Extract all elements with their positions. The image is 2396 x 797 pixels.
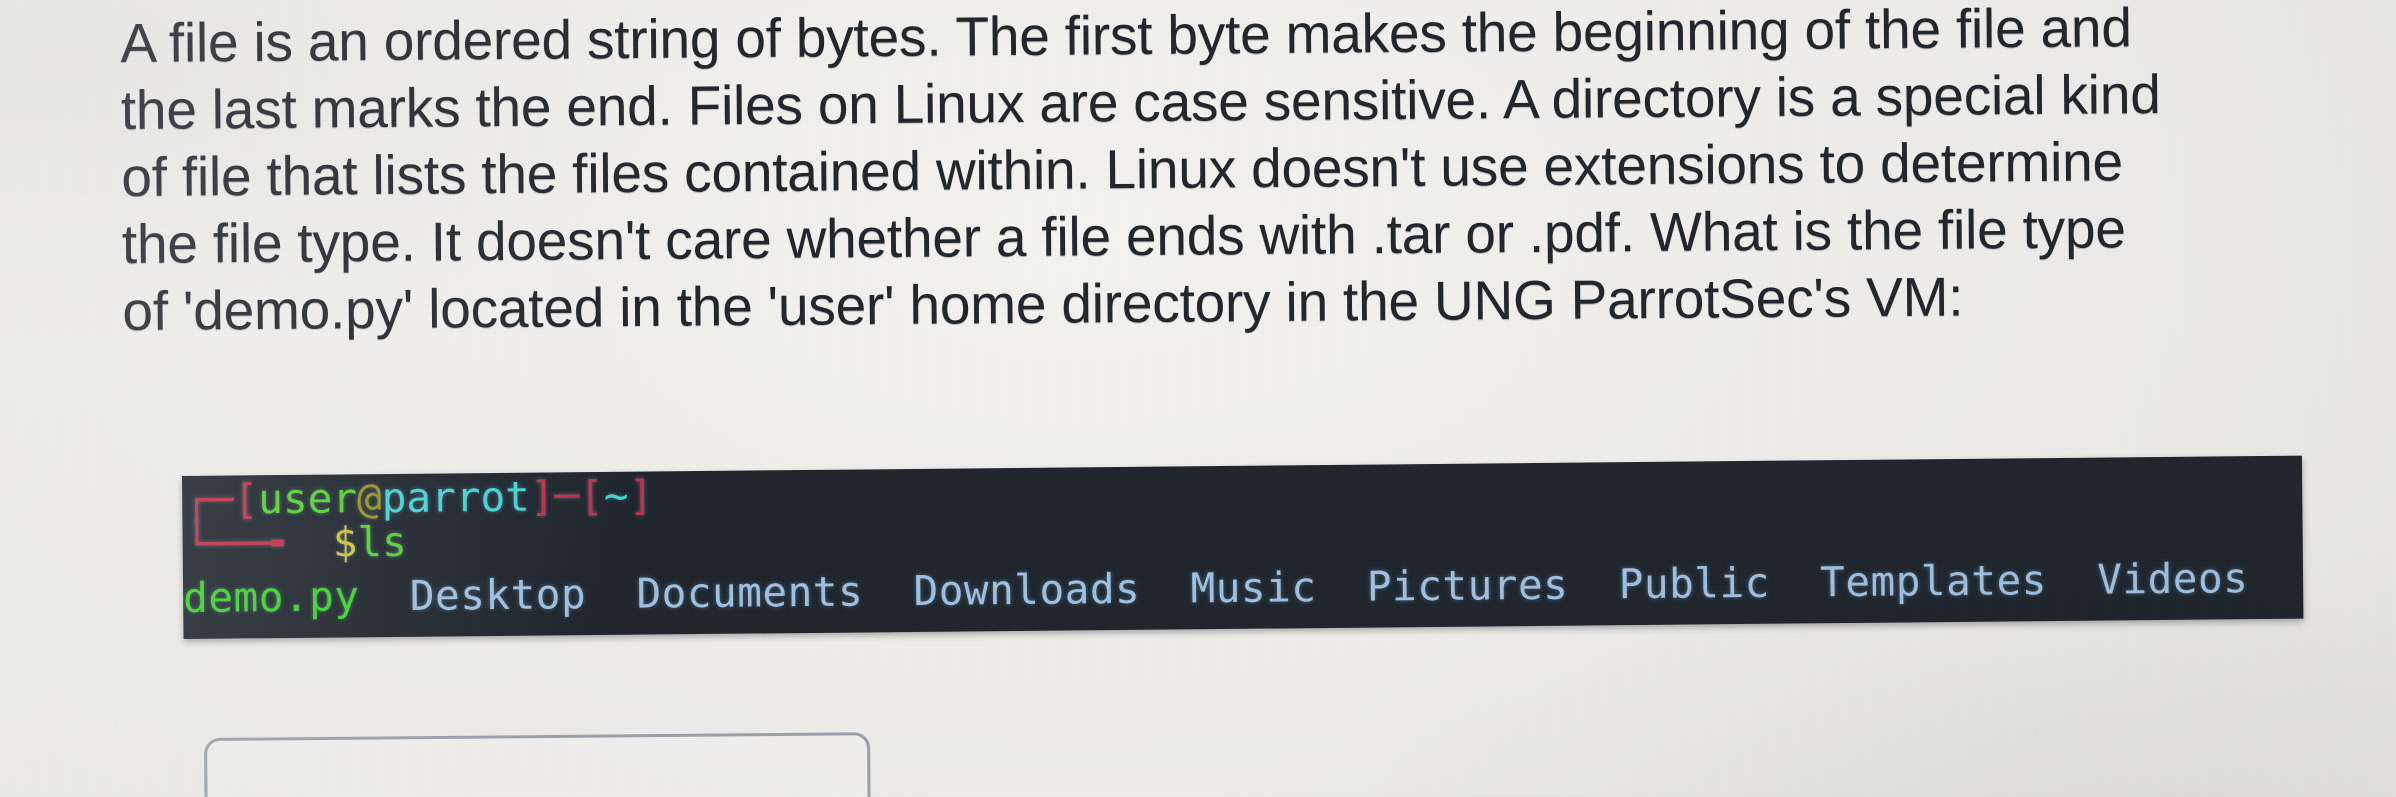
prompt-dollar-sign: $ (332, 518, 358, 567)
terminal-command: ls (357, 517, 408, 567)
output-entry-demo-py: demo.py (182, 572, 360, 622)
output-gap (1770, 558, 1821, 606)
output-entry-public: Public (1618, 558, 1771, 609)
prompt-at-symbol: @ (356, 474, 382, 523)
prompt-bracket-close: ] (529, 472, 555, 521)
screenshot-page: A file is an ordered string of bytes. Th… (0, 0, 2396, 797)
output-entry-downloads: Downloads (913, 564, 1141, 615)
question-text: A file is an ordered string of bytes. Th… (120, 0, 2323, 342)
output-gap (2047, 556, 2098, 604)
output-gap (586, 570, 637, 618)
terminal-content: ┌─[user@parrot]─[~] └──╼ $ls demo.py Des… (182, 456, 2303, 639)
output-entry-videos: Videos (2096, 554, 2249, 604)
output-entry-music: Music (1190, 563, 1317, 613)
output-gap (863, 567, 914, 615)
output-gap (359, 572, 410, 620)
terminal-output-line: demo.py Desktop Documents Downloads Musi… (183, 552, 2249, 624)
prompt-dash: ─ (554, 472, 580, 521)
output-entry-templates: Templates (1819, 556, 2048, 607)
output-entry-desktop: Desktop (409, 570, 587, 620)
output-entry-pictures: Pictures (1366, 560, 1569, 611)
output-gap (1568, 560, 1619, 608)
terminal-command-line: └──╼ $ls (184, 516, 407, 570)
prompt-path-bracket-open: [ (578, 471, 605, 521)
output-gap (1140, 564, 1191, 612)
answer-input-box[interactable] (204, 732, 872, 797)
output-entry-documents: Documents (636, 567, 864, 618)
prompt-path-bracket-close: ] (628, 471, 654, 520)
prompt-bracket-open: [ (233, 475, 259, 524)
command-spacer (283, 519, 333, 567)
prompt-path: ~ (603, 471, 629, 520)
terminal-window: ┌─[user@parrot]─[~] └──╼ $ls demo.py Des… (182, 455, 2304, 639)
output-gap (1316, 563, 1367, 611)
prompt-hostname: parrot (381, 472, 531, 523)
prompt-box-arrow-icon: └──╼ (184, 519, 284, 568)
